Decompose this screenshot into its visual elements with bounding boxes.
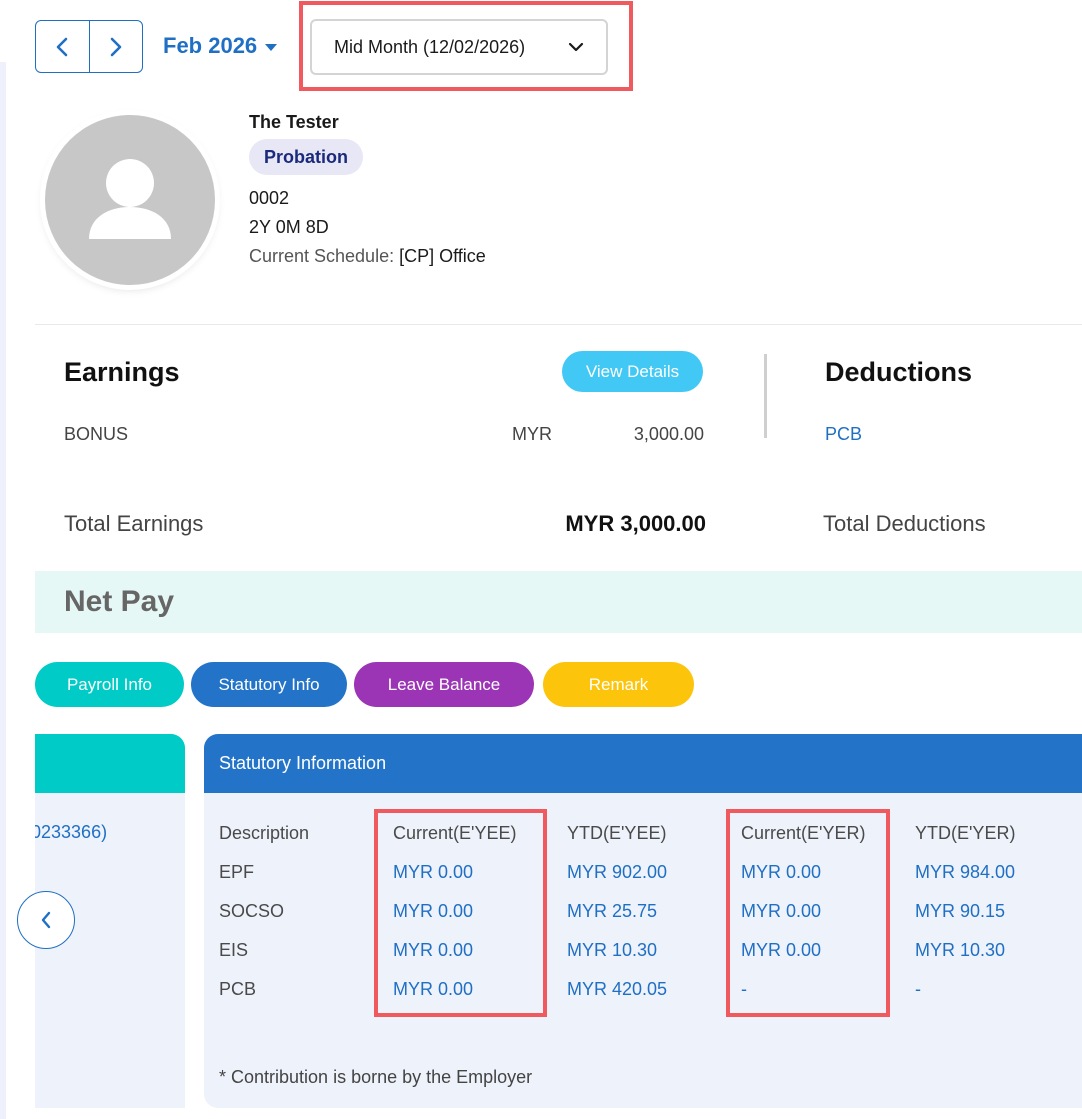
chevron-left-icon [56,37,68,56]
next-month-button[interactable] [88,21,143,72]
employee-name: The Tester [249,112,339,132]
deduction-item-pcb[interactable]: PCB [825,424,862,445]
avatar [45,115,215,285]
period-select[interactable]: Mid Month (12/02/2026) [310,19,608,75]
col-header-description: Description [219,823,310,843]
total-deductions-label: Total Deductions [823,511,986,536]
net-pay-bar: Net Pay [35,571,1082,633]
pcb-ytd-eyee: MYR 420.05 [567,979,668,999]
socso-ytd-eyer: MYR 90.15 [915,901,1006,921]
employee-id: 0002 [249,188,290,208]
epf-ytd-eyer: MYR 984.00 [915,862,1016,882]
statutory-card-header: Statutory Information [204,734,1082,793]
chevron-right-icon [110,37,122,56]
statutory-footnote: * Contribution is borne by the Employer [219,1067,533,1087]
prev-month-button[interactable] [36,21,89,72]
earning-item-amount: 3,000.00 [633,424,704,444]
tab-leave-balance[interactable]: Leave Balance [354,662,534,707]
status-badge: Probation [249,139,363,175]
highlight-current-eyee [374,809,547,1017]
tab-payroll-info[interactable]: Payroll Info [35,662,184,707]
scroll-left-button[interactable] [17,891,75,949]
eis-ytd-eyee: MYR 10.30 [567,940,658,960]
current-schedule: Current Schedule: [CP] Office [249,246,486,267]
statutory-card-title: Statutory Information [219,753,387,773]
month-nav-group [35,20,143,73]
deductions-title: Deductions [825,357,973,387]
row-label-epf: EPF [219,862,255,882]
epf-ytd-eyee: MYR 902.00 [567,862,668,882]
pcb-ytd-eyer: - [915,979,921,999]
net-pay-label: Net Pay [64,585,175,618]
user-icon [89,159,171,239]
socso-ytd-eyee: MYR 25.75 [567,901,658,921]
tab-remark[interactable]: Remark [543,662,694,707]
payroll-info-card-header [35,734,185,793]
row-label-pcb: PCB [219,979,257,999]
row-label-socso: SOCSO [219,901,285,921]
chevron-left-icon [41,911,51,929]
left-rail [0,62,6,1119]
month-label: Feb 2026 [163,33,258,58]
period-select-value: Mid Month (12/02/2026) [334,36,526,57]
row-label-eis: EIS [219,940,249,960]
schedule-value: [CP] Office [399,246,486,266]
profile-divider [35,324,1082,325]
eis-ytd-eyer: MYR 10.30 [915,940,1006,960]
caret-down-icon [265,43,278,51]
tab-statutory-info[interactable]: Statutory Info [191,662,347,707]
earning-item-name: BONUS [64,424,129,444]
schedule-label: Current Schedule: [249,246,395,266]
employee-tenure: 2Y 0M 8D [249,217,329,237]
section-divider [764,354,767,438]
highlight-current-eyer [726,809,890,1017]
total-earnings-label: Total Earnings [64,511,204,536]
earning-item-currency: MYR [512,424,552,444]
col-header-ytd-eyer: YTD(E'YER) [915,823,1016,843]
view-details-button[interactable]: View Details [562,351,703,392]
payroll-partial-value[interactable]: 0233366) [35,822,107,843]
col-header-ytd-eyee: YTD(E'YEE) [567,823,667,843]
total-earnings-value: MYR 3,000.00 [565,511,706,536]
earnings-title: Earnings [64,357,180,387]
month-picker[interactable]: Feb 2026 [163,33,278,59]
chevron-down-icon [568,42,584,52]
